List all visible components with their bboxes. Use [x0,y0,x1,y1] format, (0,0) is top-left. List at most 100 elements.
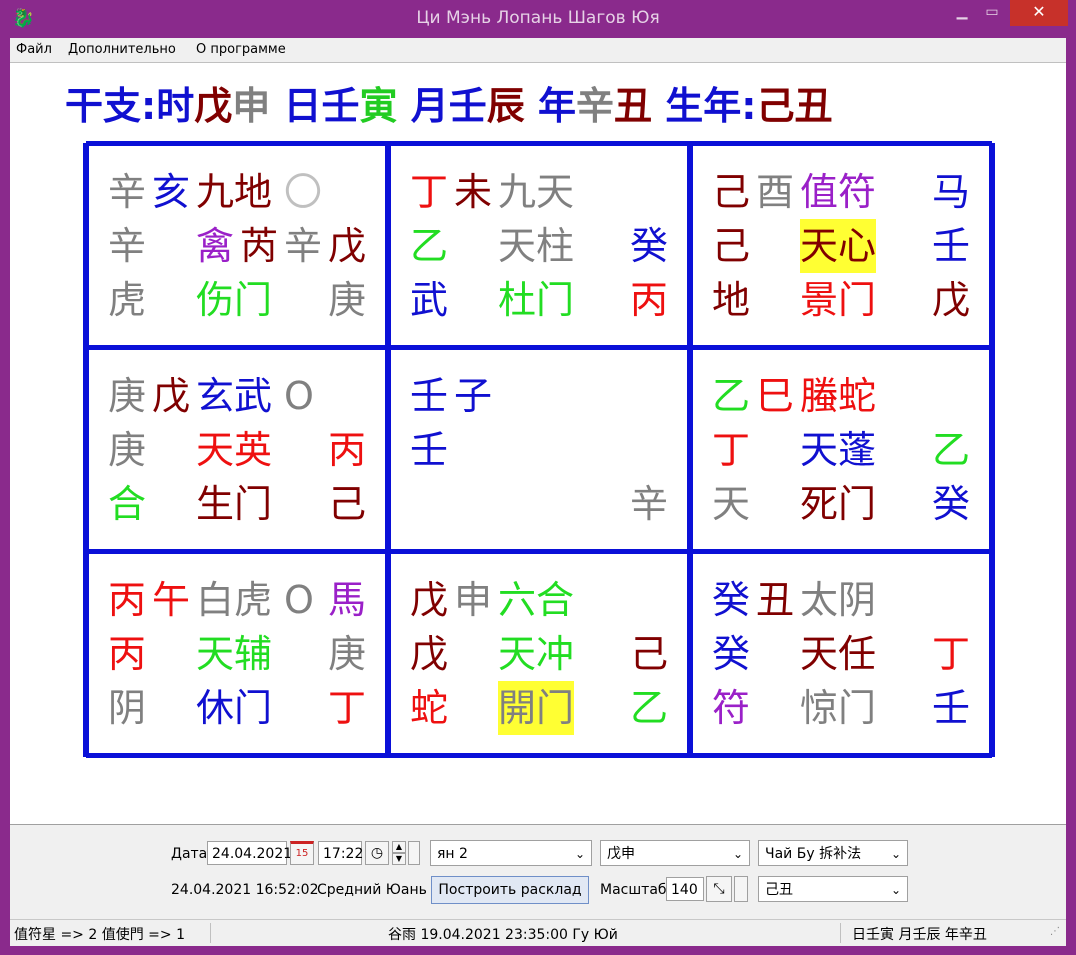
palace-glyph: 玄武 [196,374,273,418]
time-spin-down[interactable]: ▼ [392,853,406,865]
ganzhi-segment: 时 [156,84,195,128]
clock-icon[interactable]: ◷ [365,841,389,865]
ganzhi-select-value: 戊申 [607,846,635,862]
chevron-down-icon: ⌄ [890,883,901,897]
palace-glyph: 天 [712,482,751,526]
palace-glyph: 巳 [756,374,795,418]
yang-select[interactable]: ян 2 ⌄ [430,840,592,866]
palace-glyph: 子 [454,374,493,418]
palace-glyph: 合 [108,482,147,526]
ganzhi-segment: 生年: [652,84,757,128]
maximize-button[interactable]: ▭ [975,0,1009,26]
palace-cell[interactable]: 丙午白虎 O 馬丙天辅庚阴休门丁 [86,551,388,755]
palace-glyph: 戊 [410,632,449,676]
status-divider [840,923,841,943]
scale-input[interactable]: 140 [666,877,704,901]
ganzhi-segment: 辰 [486,84,525,128]
build-chart-button[interactable]: Построить расклад [431,876,589,904]
palace-cell[interactable]: 辛亥九地〇辛禽芮辛戊虎伤门庚 [86,143,388,347]
palace-cell[interactable]: 己酉值符马己天心壬地景门戊 [690,143,992,347]
palace-glyph: 太阴 [800,578,877,622]
control-panel: Дата 24.04.2021 15 17:22 ◷ ▲ ▼ ян 2 ⌄ 戊申 ⌄… [10,824,1066,920]
palace-glyph: 丙 [108,578,147,622]
palace-cell[interactable]: 戊申六合戊天冲己蛇開门乙 [388,551,690,755]
ganzhi-select[interactable]: 戊申 ⌄ [600,840,750,866]
palace-cell[interactable]: 庚戊玄武 O 庚天英丙合生门己 [86,347,388,551]
status-right: 日壬寅 月壬辰 年辛丑 [852,927,987,943]
method-select[interactable]: Чай Бу 拆补法 ⌄ [758,840,908,866]
year-select-value: 己丑 [765,882,793,898]
palace-glyph: 庚 [328,278,367,322]
palace-glyph: 天冲 [498,632,575,676]
palace-glyph: 壬 [410,374,449,418]
scale-label: Масштаб [600,882,667,898]
menu-bar: Файл Дополнительно О программе [10,38,1066,62]
palace-glyph: 己 [712,170,751,214]
timezone-label: Средний Юань [317,882,427,898]
palace-glyph: 马 [932,170,971,214]
scale-extra[interactable] [734,876,748,902]
palace-glyph: 丑 [756,578,795,622]
palace-glyph: 天任 [800,632,877,676]
palace-cell[interactable]: 癸丑太阴癸天任丁符惊门壬 [690,551,992,755]
scale-stepper-icon[interactable]: ⤡ [706,876,732,902]
palace-glyph: 天辅 [196,632,273,676]
palace-glyph: 乙 [932,428,971,472]
palace-glyph: 酉 [756,170,795,214]
ganzhi-segment: 月 [397,84,449,128]
palace-glyph: 天柱 [498,224,575,268]
calendar-icon[interactable]: 15 [290,841,314,865]
palace-glyph: 戊 [410,578,449,622]
palace-glyph: 庚 [108,374,147,418]
timestamp: 24.04.2021 16:52:02 [171,882,319,898]
ganzhi-segment: 干支: [65,84,157,128]
palace-glyph: 癸 [932,482,971,526]
ganzhi-segment: 年 [524,84,577,128]
palace-glyph: O [284,578,314,622]
ganzhi-segment: 己丑 [756,84,833,128]
palace-cell[interactable]: 乙巳螣蛇丁天蓬乙天死门癸 [690,347,992,551]
year-select[interactable]: 己丑 ⌄ [758,876,908,902]
palace-glyph: 戊 [328,224,367,268]
status-divider [210,923,211,943]
palace-glyph: 地 [712,278,751,322]
palace-glyph: 亥 [152,170,191,214]
date-input[interactable]: 24.04.2021 [207,841,292,865]
palace-glyph: 九地 [196,170,273,214]
palace-glyph: O [284,374,314,418]
title-bar: 🐉 Ци Мэнь Лопань Шагов Юя ▁ ▭ ✕ [0,0,1076,38]
ganzhi-segment: 寅 [359,84,398,128]
menu-file[interactable]: Файл [16,42,52,57]
palace-glyph: 阴 [108,686,147,730]
spin-extra[interactable] [408,841,420,865]
ganzhi-segment: 日 [270,84,322,128]
palace-glyph: 己 [328,482,367,526]
palace-cell[interactable]: 壬子壬辛 [388,347,690,551]
ganzhi-segment: 壬 [321,84,360,128]
palace-glyph: 丙 [328,428,367,472]
yang-select-value: ян 2 [437,846,468,862]
palace-glyph: 值符 [800,170,877,214]
palace-glyph: 己 [712,224,751,268]
close-button[interactable]: ✕ [1010,0,1068,26]
palace-glyph: 杜门 [498,278,575,322]
palace-glyph: 死门 [800,482,877,526]
palace-glyph: 芮 [240,224,279,268]
palace-glyph: 生门 [196,482,273,526]
resize-grip-icon[interactable]: ⋰ [1050,926,1060,937]
menu-about[interactable]: О программе [196,42,286,57]
palace-cell[interactable]: 丁未九天乙 天柱 癸武 杜门 丙 [388,143,690,347]
palace-glyph: 蛇 [410,686,449,730]
palace-glyph: 壬 [932,224,971,268]
chevron-down-icon: ⌄ [732,847,743,861]
chart-canvas: 干支:时戊申 日壬寅 月壬辰 年辛丑 生年:己丑 辛亥九地〇辛禽芮辛戊虎伤门庚丁… [10,62,1066,825]
palace-glyph: 天蓬 [800,428,877,472]
chevron-down-icon: ⌄ [574,847,585,861]
palace-glyph: 虎 [108,278,147,322]
palace-glyph: 戊 [932,278,971,322]
palace-glyph: 庚 [108,428,147,472]
time-spin-up[interactable]: ▲ [392,841,406,853]
menu-additional[interactable]: Дополнительно [68,42,176,57]
palace-glyph: 惊门 [800,686,877,730]
time-input[interactable]: 17:22 [318,841,363,865]
